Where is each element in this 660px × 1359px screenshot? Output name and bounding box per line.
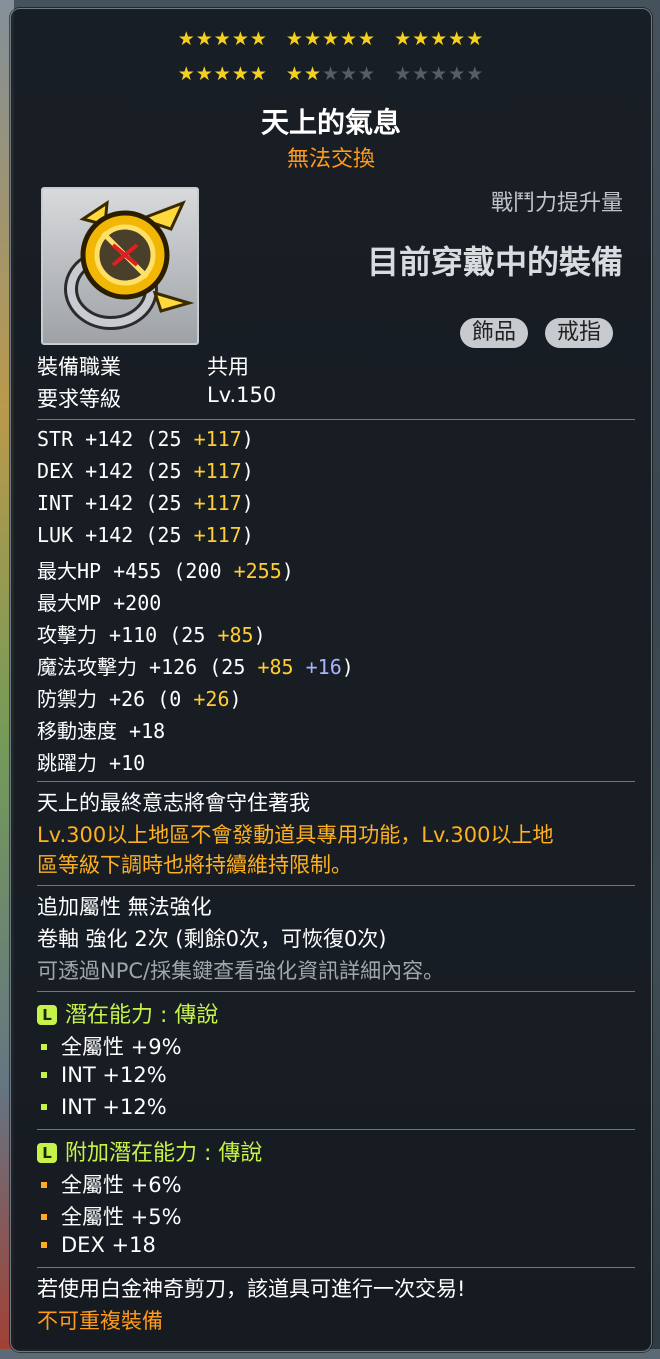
- flavor-text: 天上的最終意志將會守住著我: [37, 791, 310, 815]
- bonus-potential-title: 附加潛在能力 : 傳說: [65, 1141, 263, 1166]
- requirement-label: 要求等級: [37, 387, 121, 411]
- potential-line: INT +12%: [41, 1063, 167, 1087]
- potential-title: 潛在能力 : 傳說: [65, 1003, 219, 1028]
- potential-header: L 潛在能力 : 傳說: [37, 997, 218, 1029]
- divider: [37, 781, 635, 782]
- stat-row: 跳躍力 +10: [37, 751, 146, 775]
- requirement-level: 要求等級 Lv.150: [37, 383, 276, 413]
- stat-row: 防禦力 +26 (0 +26): [37, 687, 242, 711]
- requirement-value: 共用: [207, 355, 249, 379]
- star-force-row-1: ★★★★★ ★★★★★ ★★★★★: [11, 29, 651, 49]
- star-group: ★★★★★: [177, 28, 268, 50]
- bullet-icon: [41, 1072, 47, 1078]
- bullet-icon: [41, 1182, 47, 1188]
- legendary-badge-icon: L: [37, 1005, 57, 1025]
- combat-power-message: 目前穿戴中的裝備: [366, 243, 623, 281]
- stat-row: STR +142 (25 +117): [37, 427, 254, 451]
- item-tooltip: ★★★★★ ★★★★★ ★★★★★ ★★★★★ ★★★★★ ★★★★★ 天上的氣息 無法…: [10, 8, 652, 1352]
- flame-status: 追加屬性 無法強化: [37, 895, 212, 919]
- category-tag: 飾品: [460, 318, 529, 348]
- star-group: ★★★★★: [394, 28, 485, 50]
- combat-power-label: 戰鬥力提升量: [490, 191, 623, 216]
- star-group: ★★★★★: [177, 63, 268, 85]
- divider: [37, 1267, 635, 1268]
- unique-equip-warning: 不可重複裝備: [37, 1309, 163, 1333]
- bonus-potential-line: DEX +18: [41, 1233, 156, 1257]
- item-name: 天上的氣息: [260, 106, 401, 139]
- legendary-badge-icon: L: [37, 1143, 57, 1163]
- divider: [37, 885, 635, 886]
- bonus-potential-line: 全屬性 +5%: [41, 1201, 182, 1231]
- scissors-note: 若使用白金神奇剪刀，該道具可進行一次交易!: [37, 1277, 466, 1301]
- requirement-job: 裝備職業 共用: [37, 351, 249, 381]
- requirement-value: Lv.150: [207, 383, 277, 407]
- bonus-potential-line: 全屬性 +6%: [41, 1169, 182, 1199]
- restriction-text-line-2: 區等級下調時也將持續維持限制。: [37, 853, 352, 877]
- trade-status: 無法交換: [286, 147, 375, 172]
- star-group: ★★★★★: [285, 28, 377, 50]
- ring-icon: [64, 200, 195, 330]
- scroll-status: 卷軸 強化 2次 (剩餘0次，可恢復0次): [37, 927, 387, 951]
- enhance-hint: 可透過NPC/採集鍵查看強化資訊詳細內容。: [37, 959, 445, 983]
- star-force-row-2: ★★★★★ ★★★★★ ★★★★★: [11, 64, 651, 84]
- divider: [37, 991, 635, 992]
- bonus-potential-header: L 附加潛在能力 : 傳說: [37, 1135, 262, 1167]
- bullet-icon: [41, 1214, 47, 1220]
- potential-line: INT +12%: [41, 1095, 167, 1119]
- bullet-icon: [41, 1044, 47, 1050]
- stat-row: LUK +142 (25 +117): [37, 523, 254, 547]
- stat-row: 魔法攻擊力 +126 (25 +85 +16): [37, 655, 354, 679]
- stat-row: 最大HP +455 (200 +255): [37, 559, 294, 583]
- stat-row: INT +142 (25 +117): [37, 491, 254, 515]
- potential-line: 全屬性 +9%: [41, 1031, 182, 1061]
- restriction-text-line-1: Lv.300以上地區不會發動道具專用功能，Lv.300以上地: [37, 823, 554, 847]
- subcategory-tag: 戒指: [545, 318, 614, 348]
- bullet-icon: [41, 1242, 47, 1248]
- bullet-icon: [41, 1104, 47, 1110]
- requirement-label: 裝備職業: [37, 355, 121, 379]
- stat-row: 移動速度 +18: [37, 719, 166, 743]
- stat-row: 攻擊力 +110 (25 +85): [37, 623, 266, 647]
- item-icon-frame: [41, 187, 199, 345]
- star-group: ★★★★★: [285, 63, 377, 85]
- divider: [37, 419, 635, 420]
- star-group: ★★★★★: [394, 63, 485, 85]
- stat-row: 最大MP +200: [37, 591, 162, 615]
- divider: [37, 1129, 635, 1130]
- stat-row: DEX +142 (25 +117): [37, 459, 254, 483]
